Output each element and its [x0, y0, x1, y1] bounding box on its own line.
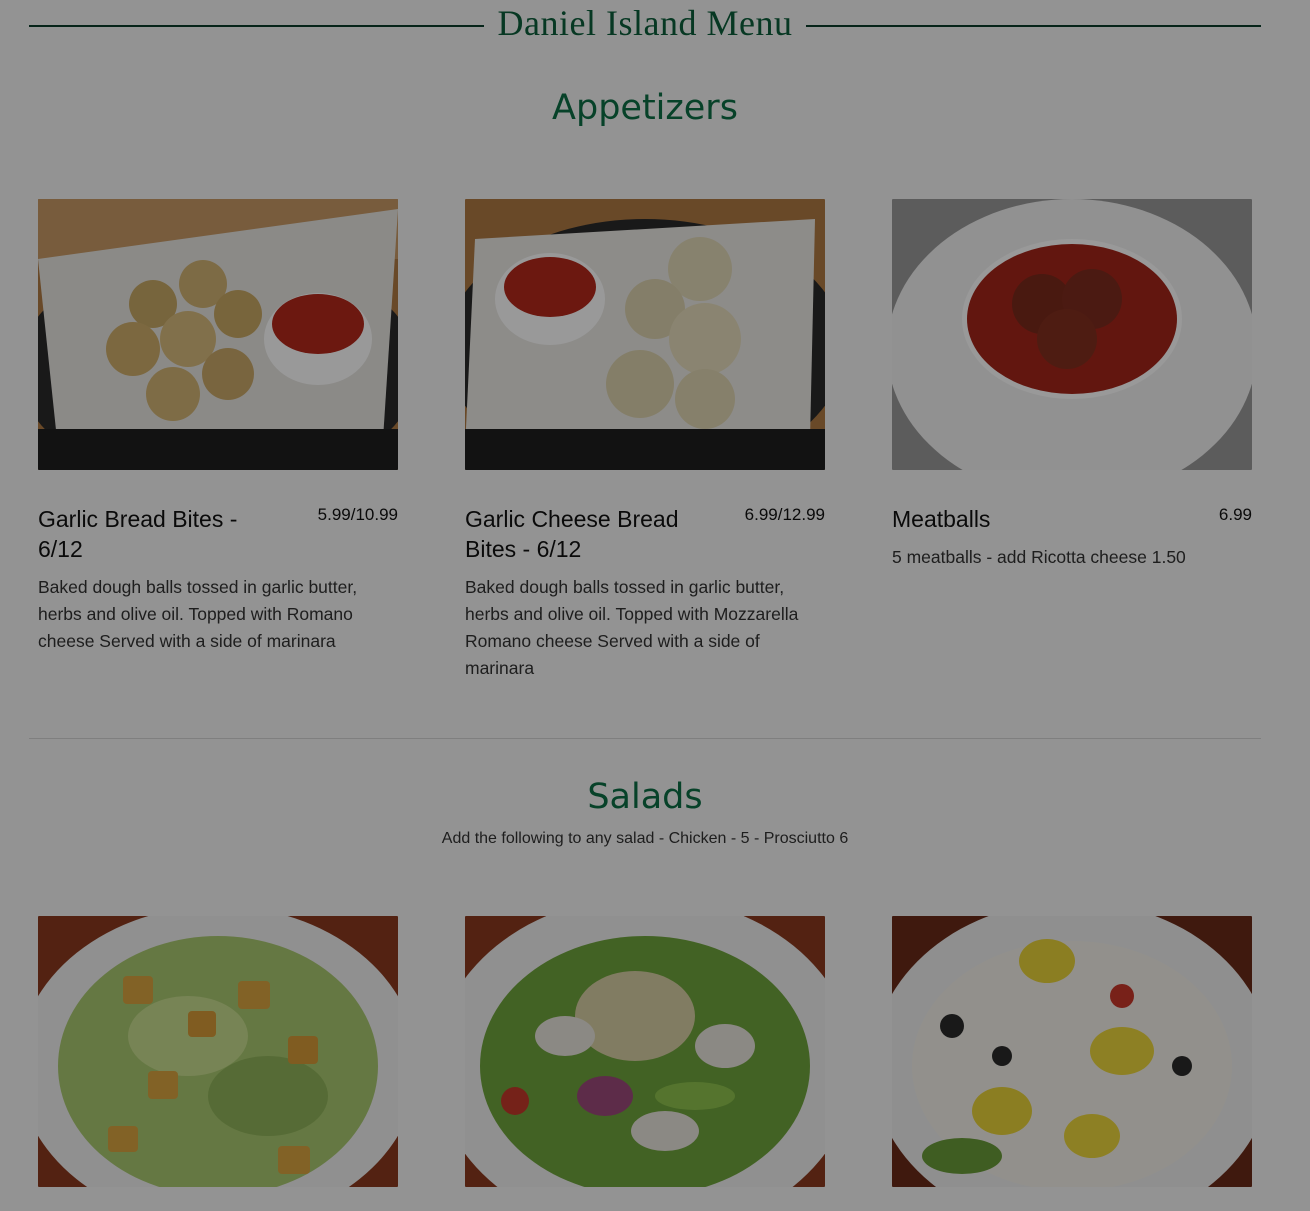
- menu-item-card[interactable]: Meatballs 6.99 5 meatballs - add Ricotta…: [892, 199, 1252, 679]
- item-name: Garlic Bread Bites - 6/12: [38, 506, 238, 562]
- caesar-salad-photo: [38, 916, 398, 1187]
- section-title-salads: Salads: [587, 777, 703, 817]
- item-description: 5 meatballs - add Ricotta cheese 1.50: [892, 547, 1186, 567]
- header-rule-left: [29, 25, 484, 27]
- item-description: Baked dough balls tossed in garlic butte…: [465, 577, 799, 678]
- section-divider: [29, 738, 1261, 739]
- item-name: Garlic Cheese Bread Bites - 6/12: [465, 506, 679, 562]
- menu-item-card[interactable]: Garlic Cheese Bread Bites - 6/12 6.99/12…: [465, 199, 825, 679]
- header-rule-right: [806, 25, 1261, 27]
- garlic-bread-bites-photo: [38, 199, 398, 470]
- garden-salad-photo: [465, 916, 825, 1187]
- page-title: Daniel Island Menu: [497, 3, 793, 43]
- item-price: 5.99/10.99: [317, 505, 398, 524]
- menu-item-card[interactable]: [38, 916, 398, 1187]
- menu-header: Daniel Island Menu: [29, 0, 1261, 56]
- garlic-cheese-bread-bites-photo: [465, 199, 825, 470]
- item-price: 6.99/12.99: [744, 505, 825, 524]
- section-subtitle-salads: Add the following to any salad - Chicken…: [441, 830, 849, 847]
- meatballs-photo: [892, 199, 1252, 470]
- menu-item-card[interactable]: Garlic Bread Bites - 6/12 5.99/10.99 Bak…: [38, 199, 398, 679]
- item-price: 6.99: [1218, 505, 1252, 524]
- menu-item-card[interactable]: [892, 916, 1252, 1187]
- item-description: Baked dough balls tossed in garlic butte…: [38, 577, 358, 651]
- item-name: Meatballs: [892, 506, 991, 532]
- section-title-appetizers: Appetizers: [552, 88, 738, 128]
- menu-item-card[interactable]: [465, 916, 825, 1187]
- menu-page: Daniel Island Menu Appetizers Garlic Bre…: [0, 0, 1310, 1211]
- greek-salad-photo: [892, 916, 1252, 1187]
